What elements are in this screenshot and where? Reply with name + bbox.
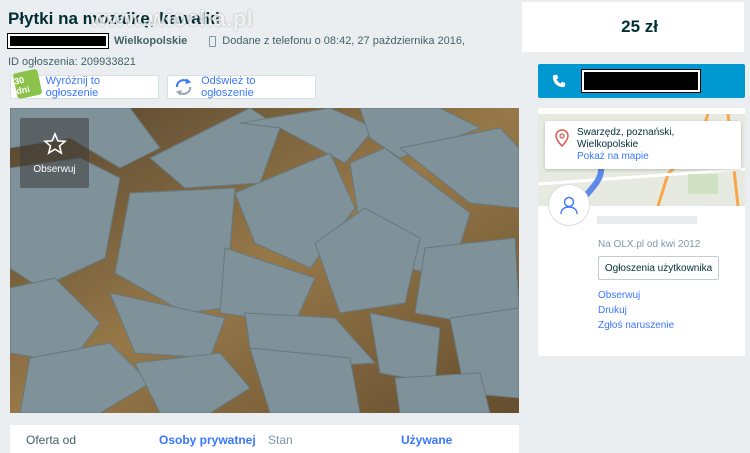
- offer-label: Oferta od: [26, 433, 77, 447]
- added-date: Dodane z telefonu o 08:42, 27 październi…: [222, 35, 466, 47]
- offer-value-link[interactable]: Osoby prywatnej: [159, 433, 256, 447]
- user-ads-button[interactable]: Ogłoszenia użytkownika: [598, 256, 719, 280]
- observe-label: Obserwuj: [33, 163, 76, 175]
- location-card: Swarzędz, poznański, Wielkopolskie Pokaż…: [545, 121, 741, 169]
- avatar: [548, 184, 590, 226]
- refresh-icon: [175, 78, 192, 96]
- ad-meta: Wielkopolskie Dodane z telefonu o 08:42,…: [7, 33, 466, 49]
- phone-icon: [552, 74, 566, 88]
- highlight-ad-button[interactable]: 30 dni Wyróżnij to ogłoszenie: [10, 68, 159, 100]
- print-link[interactable]: Drukuj: [598, 305, 627, 316]
- location-line1: Swarzędz, poznański,: [577, 127, 675, 138]
- show-phone-button[interactable]: [538, 64, 745, 98]
- redacted-phone-number: [581, 69, 701, 93]
- watermark-logo: www.wiocha.pl: [90, 6, 254, 31]
- refresh-ad-button[interactable]: Odśwież to ogłoszenie: [167, 75, 316, 99]
- ad-params: Oferta od Osoby prywatnej Stan Używane: [10, 425, 519, 453]
- star-icon: [42, 131, 67, 155]
- show-on-map-link[interactable]: Pokaż na mapie: [577, 151, 735, 163]
- price-box: 25 zł: [522, 2, 744, 52]
- region-label: Wielkopolskie: [114, 35, 188, 47]
- redacted-username: [7, 33, 109, 49]
- user-icon: [560, 196, 578, 215]
- observe-seller-link[interactable]: Obserwuj: [598, 290, 640, 301]
- report-link[interactable]: Zgłoś naruszenie: [598, 320, 674, 331]
- mobile-phone-icon: [209, 35, 217, 47]
- member-since: Na OLX.pl od kwi 2012: [598, 239, 701, 250]
- redacted-seller-name: [597, 216, 697, 224]
- location-line2: Wielkopolskie: [577, 139, 639, 150]
- state-label: Stan: [268, 433, 293, 447]
- highlight-ad-label: Wyróżnij to ogłoszenie: [45, 75, 100, 99]
- price-value: 25 zł: [621, 17, 658, 36]
- refresh-ad-label: Odśwież to ogłoszenie: [201, 75, 256, 99]
- observe-button[interactable]: Obserwuj: [20, 118, 89, 188]
- state-value-link[interactable]: Używane: [401, 433, 452, 447]
- map-pin-icon: [555, 129, 569, 147]
- thirty-days-badge-icon: 30 dni: [12, 68, 43, 100]
- ad-id: ID ogłoszenia: 209933821: [8, 56, 136, 68]
